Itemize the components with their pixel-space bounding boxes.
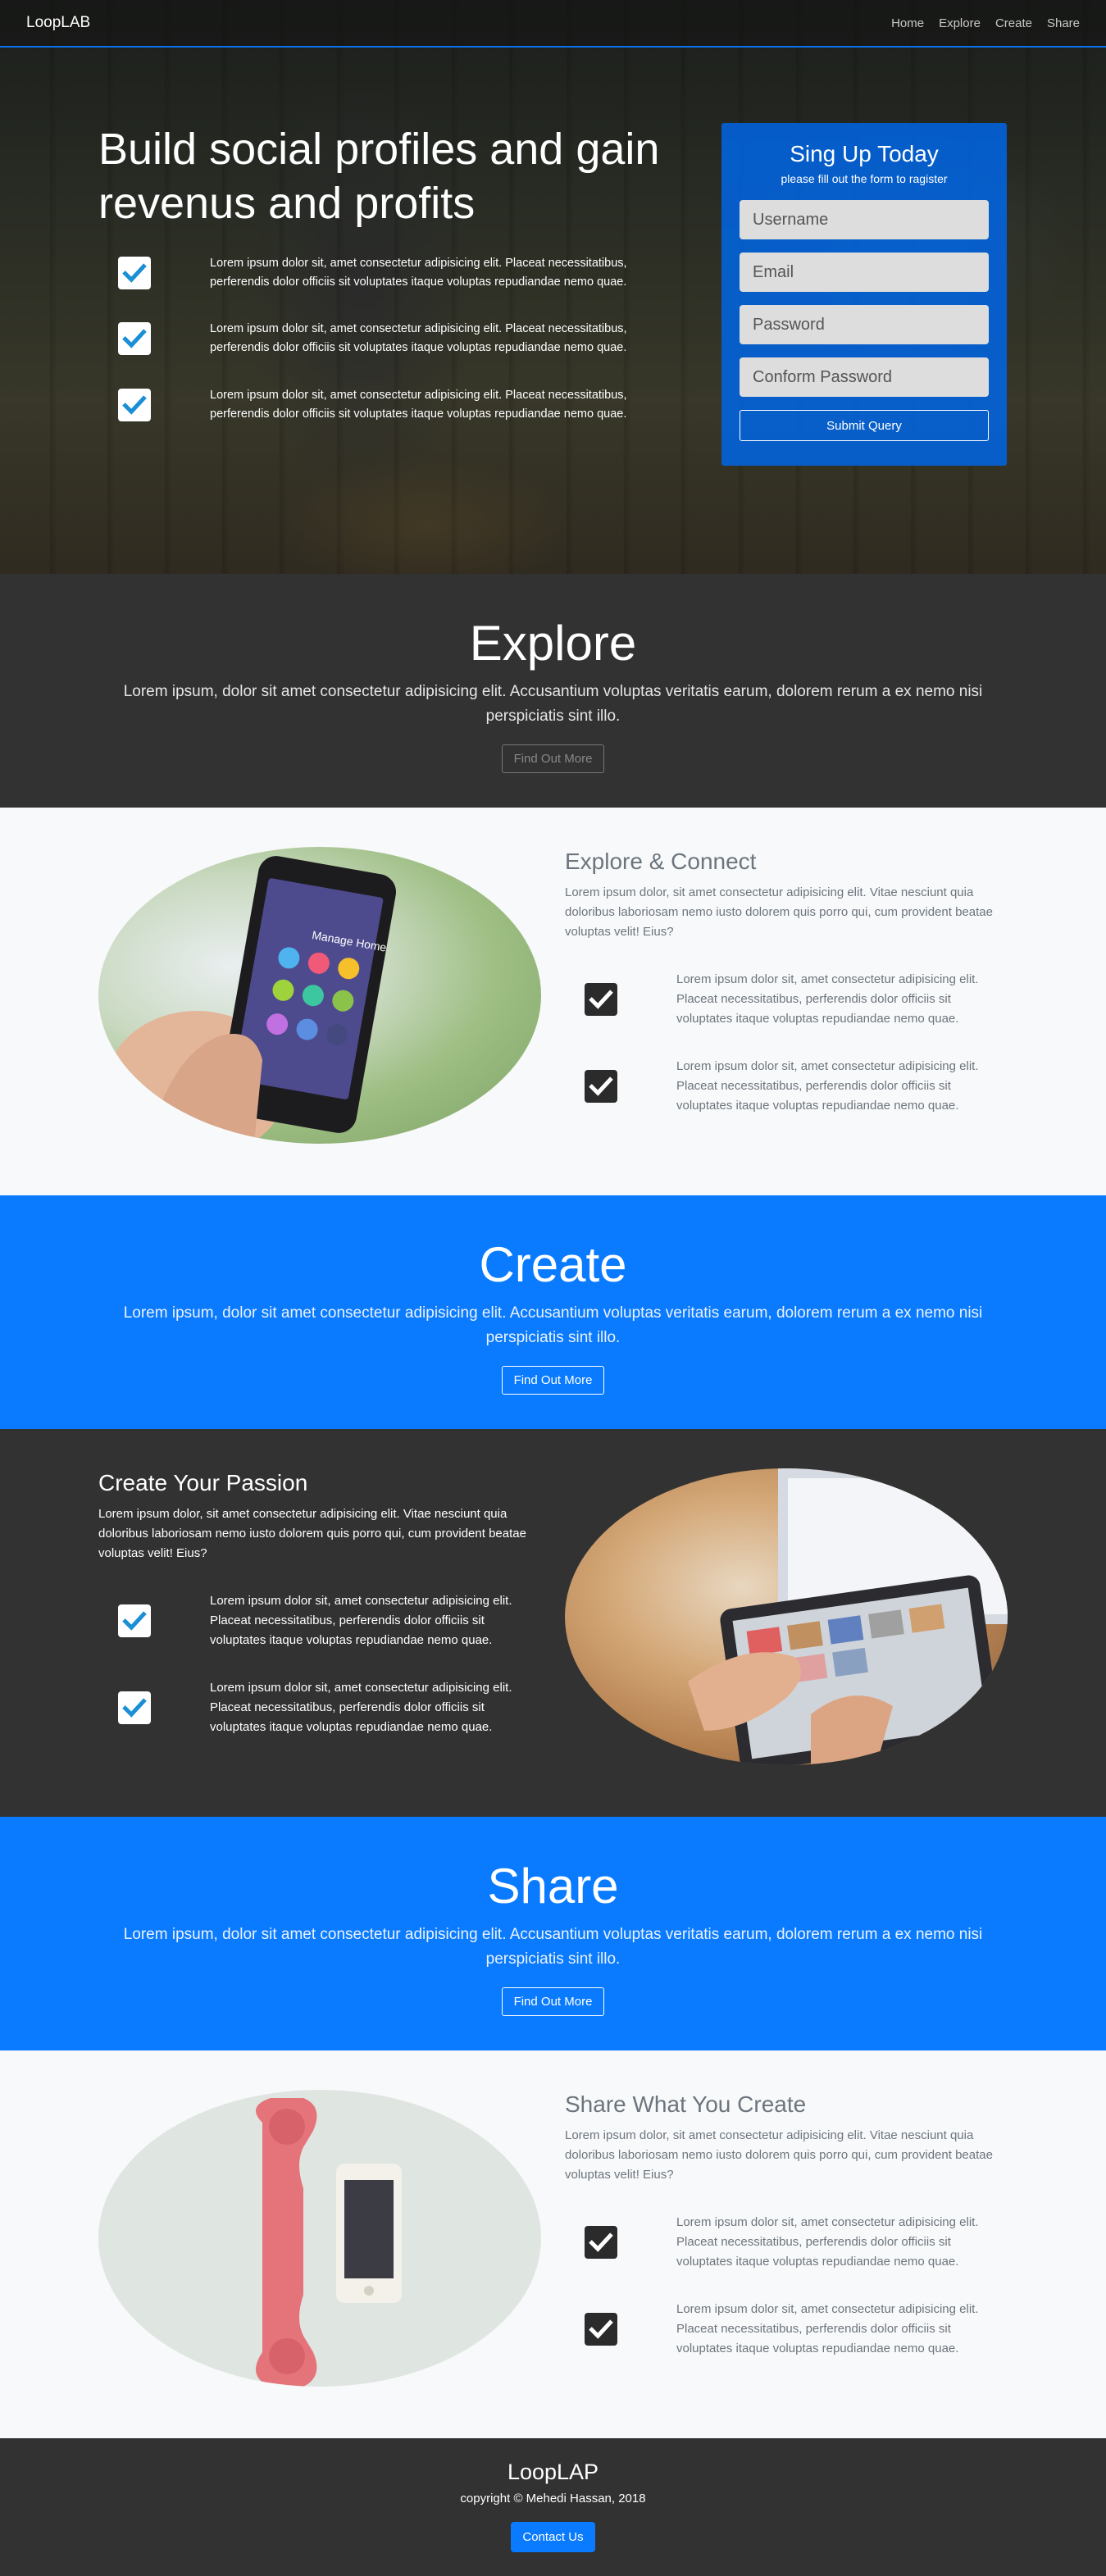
create-feature-item: Lorem ipsum dolor sit, amet consectetur … [98, 1678, 541, 1737]
create-feature-item-text: Lorem ipsum dolor sit, amet consectetur … [210, 1681, 512, 1734]
explore-feature-item-text: Lorem ipsum dolor sit, amet consectetur … [676, 1059, 979, 1113]
check-icon [118, 388, 151, 421]
explore-feature-section: Manage Home Explore & Connect Lorem ipsu… [0, 808, 1106, 1195]
explore-cta-section: Explore Lorem ipsum, dolor sit amet cons… [0, 574, 1106, 808]
hero-section: Build social profiles and gain revenus a… [0, 0, 1106, 574]
check-icon [585, 2226, 617, 2259]
create-feature-heading: Create Your Passion [98, 1470, 308, 1495]
explore-text: Lorem ipsum, dolor sit amet consectetur … [123, 683, 983, 726]
explore-heading: Explore [469, 616, 637, 671]
phone-receiver-image [98, 2090, 541, 2387]
nav-link-share[interactable]: Share [1047, 16, 1080, 30]
submit-button[interactable]: Submit Query [740, 410, 989, 441]
share-feature-content: Share What You Create Lorem ipsum dolor,… [565, 2091, 1008, 2359]
create-find-out-more-button[interactable]: Find Out More [501, 1365, 605, 1395]
nav-links: Home Explore Create Share [891, 16, 1080, 30]
nav-link-home[interactable]: Home [891, 16, 924, 30]
share-feature-item-text: Lorem ipsum dolor sit, amet consectetur … [676, 2302, 979, 2355]
hero-content: Build social profiles and gain revenus a… [98, 123, 672, 424]
hero-feature-item: Lorem ipsum dolor sit, amet consectetur … [98, 386, 672, 424]
check-icon [585, 983, 617, 1016]
phone-in-hand-image: Manage Home [98, 847, 541, 1144]
create-heading: Create [479, 1237, 627, 1292]
nav-link-explore[interactable]: Explore [939, 16, 981, 30]
contact-us-button[interactable]: Contact Us [511, 2522, 595, 2552]
share-feature-item: Lorem ipsum dolor sit, amet consectetur … [565, 2300, 1008, 2359]
create-feature-item-text: Lorem ipsum dolor sit, amet consectetur … [210, 1594, 512, 1647]
phone-illustration: Manage Home [107, 856, 397, 1144]
explore-feature-lead: Lorem ipsum dolor, sit amet consectetur … [565, 885, 993, 939]
password-input[interactable] [740, 305, 989, 344]
check-icon [118, 1691, 151, 1724]
explore-feature-item: Lorem ipsum dolor sit, amet consectetur … [565, 1057, 1008, 1116]
explore-feature-content: Explore & Connect Lorem ipsum dolor, sit… [565, 849, 1008, 1116]
footer-copyright: copyright © Mehedi Hassan, 2018 [460, 2492, 646, 2505]
create-cta-section: Create Lorem ipsum, dolor sit amet conse… [0, 1195, 1106, 1429]
hero-title: Build social profiles and gain revenus a… [98, 125, 660, 228]
share-feature-item: Lorem ipsum dolor sit, amet consectetur … [565, 2213, 1008, 2272]
share-feature-item-text: Lorem ipsum dolor sit, amet consectetur … [676, 2215, 979, 2269]
explore-feature-heading: Explore & Connect [565, 849, 757, 874]
receiver-illustration [256, 2098, 402, 2387]
signup-form: Sing Up Today please fill out the form t… [721, 123, 1007, 466]
create-feature-content: Create Your Passion Lorem ipsum dolor, s… [98, 1470, 541, 1737]
signup-subtitle: please fill out the form to ragister [781, 172, 948, 185]
tablet-image [565, 1468, 1008, 1765]
nav-link-create[interactable]: Create [995, 16, 1032, 30]
create-text: Lorem ipsum, dolor sit amet consectetur … [123, 1304, 983, 1347]
explore-find-out-more-button[interactable]: Find Out More [501, 744, 605, 773]
hero-feature-text: Lorem ipsum dolor sit, amet consectetur … [210, 322, 627, 355]
share-text: Lorem ipsum, dolor sit amet consectetur … [123, 1926, 983, 1968]
share-find-out-more-button[interactable]: Find Out More [501, 1987, 605, 2016]
signup-title: Sing Up Today [790, 141, 939, 166]
confirm-password-input[interactable] [740, 357, 989, 397]
share-feature-section: Share What You Create Lorem ipsum dolor,… [0, 2050, 1106, 2438]
username-input[interactable] [740, 200, 989, 239]
tablet-illustration [688, 1468, 1008, 1765]
hero-feature-text: Lorem ipsum dolor sit, amet consectetur … [210, 388, 627, 421]
share-heading: Share [487, 1859, 619, 1914]
hero-feature-text: Lorem ipsum dolor sit, amet consectetur … [210, 256, 627, 289]
navbar-brand[interactable]: LoopLAB [26, 14, 90, 32]
check-icon [118, 256, 151, 289]
navbar: LoopLAB Home Explore Create Share [0, 0, 1106, 48]
create-feature-item: Lorem ipsum dolor sit, amet consectetur … [98, 1591, 541, 1650]
create-feature-section: Create Your Passion Lorem ipsum dolor, s… [0, 1429, 1106, 1817]
check-icon [585, 2313, 617, 2346]
explore-feature-item-text: Lorem ipsum dolor sit, amet consectetur … [676, 972, 979, 1026]
explore-feature-item: Lorem ipsum dolor sit, amet consectetur … [565, 970, 1008, 1029]
check-icon [118, 322, 151, 356]
footer-brand: LoopLAP [507, 2460, 599, 2484]
email-input[interactable] [740, 253, 989, 292]
share-feature-heading: Share What You Create [565, 2091, 807, 2117]
hero-feature-item: Lorem ipsum dolor sit, amet consectetur … [98, 254, 672, 292]
footer: LoopLAP copyright © Mehedi Hassan, 2018 … [0, 2438, 1106, 2576]
share-cta-section: Share Lorem ipsum, dolor sit amet consec… [0, 1817, 1106, 2050]
check-icon [118, 1604, 151, 1637]
hero-feature-item: Lorem ipsum dolor sit, amet consectetur … [98, 320, 672, 357]
check-icon [585, 1070, 617, 1103]
share-feature-lead: Lorem ipsum dolor, sit amet consectetur … [565, 2128, 993, 2182]
create-feature-lead: Lorem ipsum dolor, sit amet consectetur … [98, 1507, 526, 1560]
